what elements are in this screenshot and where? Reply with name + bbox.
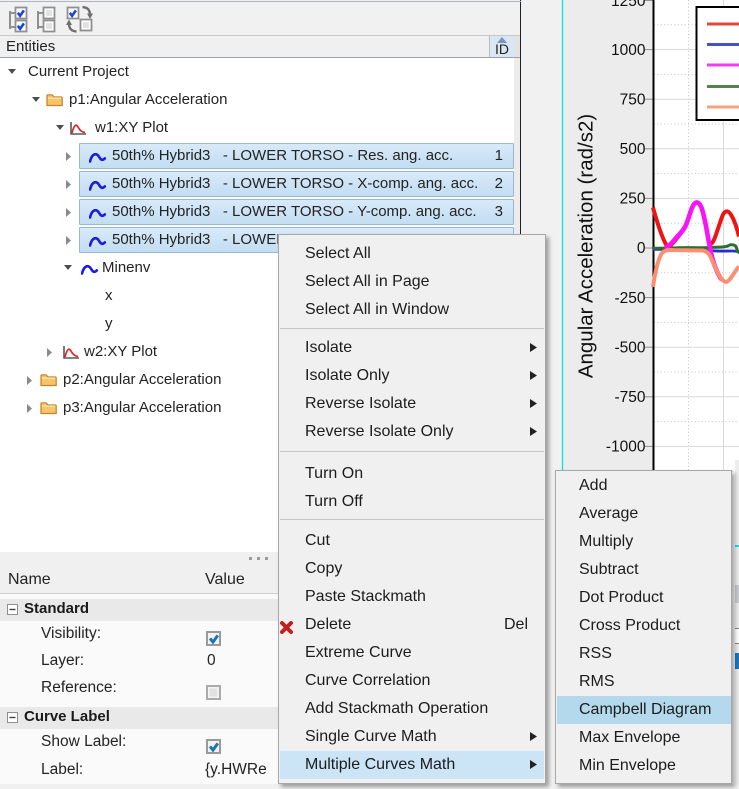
svg-text:1000: 1000 (611, 42, 646, 59)
svg-text:750: 750 (620, 92, 646, 109)
svg-text:500: 500 (620, 141, 646, 158)
svg-text:Angular Acceleration (rad/s2): Angular Acceleration (rad/s2) (575, 114, 598, 378)
svg-text:250: 250 (620, 191, 646, 208)
svg-text:1250: 1250 (611, 0, 646, 10)
svg-text:0: 0 (637, 240, 646, 257)
svg-text:-500: -500 (614, 340, 645, 357)
svg-text:-750: -750 (614, 389, 645, 406)
svg-text:-1000: -1000 (606, 439, 646, 456)
svg-text:-250: -250 (614, 290, 645, 307)
